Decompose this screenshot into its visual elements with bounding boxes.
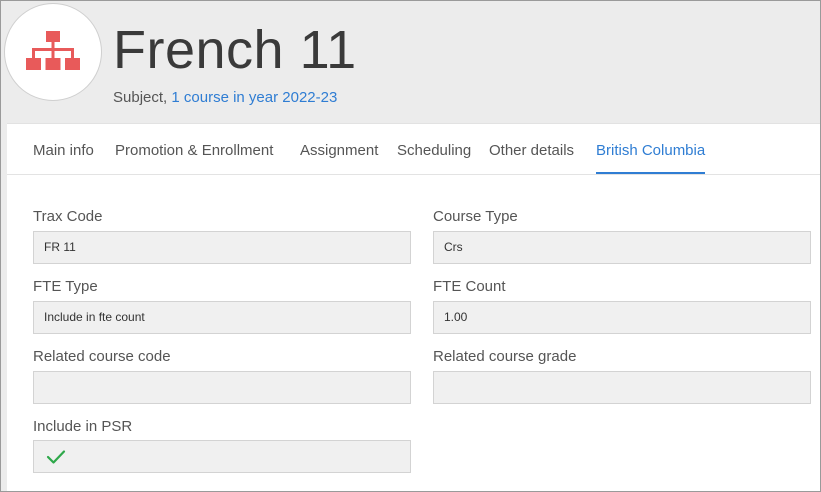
details-card: Main info Promotion & Enrollment Assignm… bbox=[7, 123, 820, 491]
tab-scheduling[interactable]: Scheduling bbox=[397, 124, 471, 174]
fte-count-field[interactable]: 1.00 bbox=[433, 301, 811, 334]
tab-main-info[interactable]: Main info bbox=[33, 124, 94, 174]
include-psr-checkbox[interactable] bbox=[33, 440, 411, 473]
include-psr-label: Include in PSR bbox=[33, 418, 133, 435]
course-year-link[interactable]: 1 course in year 2022-23 bbox=[171, 89, 337, 106]
tab-assignment[interactable]: Assignment bbox=[300, 124, 378, 174]
subject-avatar bbox=[4, 3, 102, 101]
page-title: French 11 bbox=[113, 20, 357, 80]
trax-code-field[interactable]: FR 11 bbox=[33, 231, 411, 264]
hierarchy-icon bbox=[26, 31, 80, 70]
related-course-grade-field[interactable] bbox=[433, 371, 811, 404]
tab-british-columbia[interactable]: British Columbia bbox=[596, 124, 706, 174]
tab-bar: Main info Promotion & Enrollment Assignm… bbox=[7, 124, 820, 175]
page-subtitle: Subject, 1 course in year 2022-23 bbox=[113, 89, 337, 106]
trax-code-label: Trax Code bbox=[33, 208, 103, 225]
tab-promotion-enrollment[interactable]: Promotion & Enrollment bbox=[115, 124, 273, 174]
app-window: French 11 Subject, 1 course in year 2022… bbox=[0, 0, 821, 492]
check-icon bbox=[46, 450, 66, 464]
related-course-code-label: Related course code bbox=[33, 348, 171, 365]
related-course-code-field[interactable] bbox=[33, 371, 411, 404]
tab-other-details[interactable]: Other details bbox=[489, 124, 574, 174]
subtitle-type: Subject, bbox=[113, 89, 168, 106]
page-header: French 11 Subject, 1 course in year 2022… bbox=[1, 1, 820, 123]
fte-count-label: FTE Count bbox=[433, 278, 506, 295]
related-course-grade-label: Related course grade bbox=[433, 348, 577, 365]
course-type-label: Course Type bbox=[433, 208, 518, 225]
fte-type-field[interactable]: Include in fte count bbox=[33, 301, 411, 334]
fte-type-label: FTE Type bbox=[33, 278, 98, 295]
course-type-field[interactable]: Crs bbox=[433, 231, 811, 264]
